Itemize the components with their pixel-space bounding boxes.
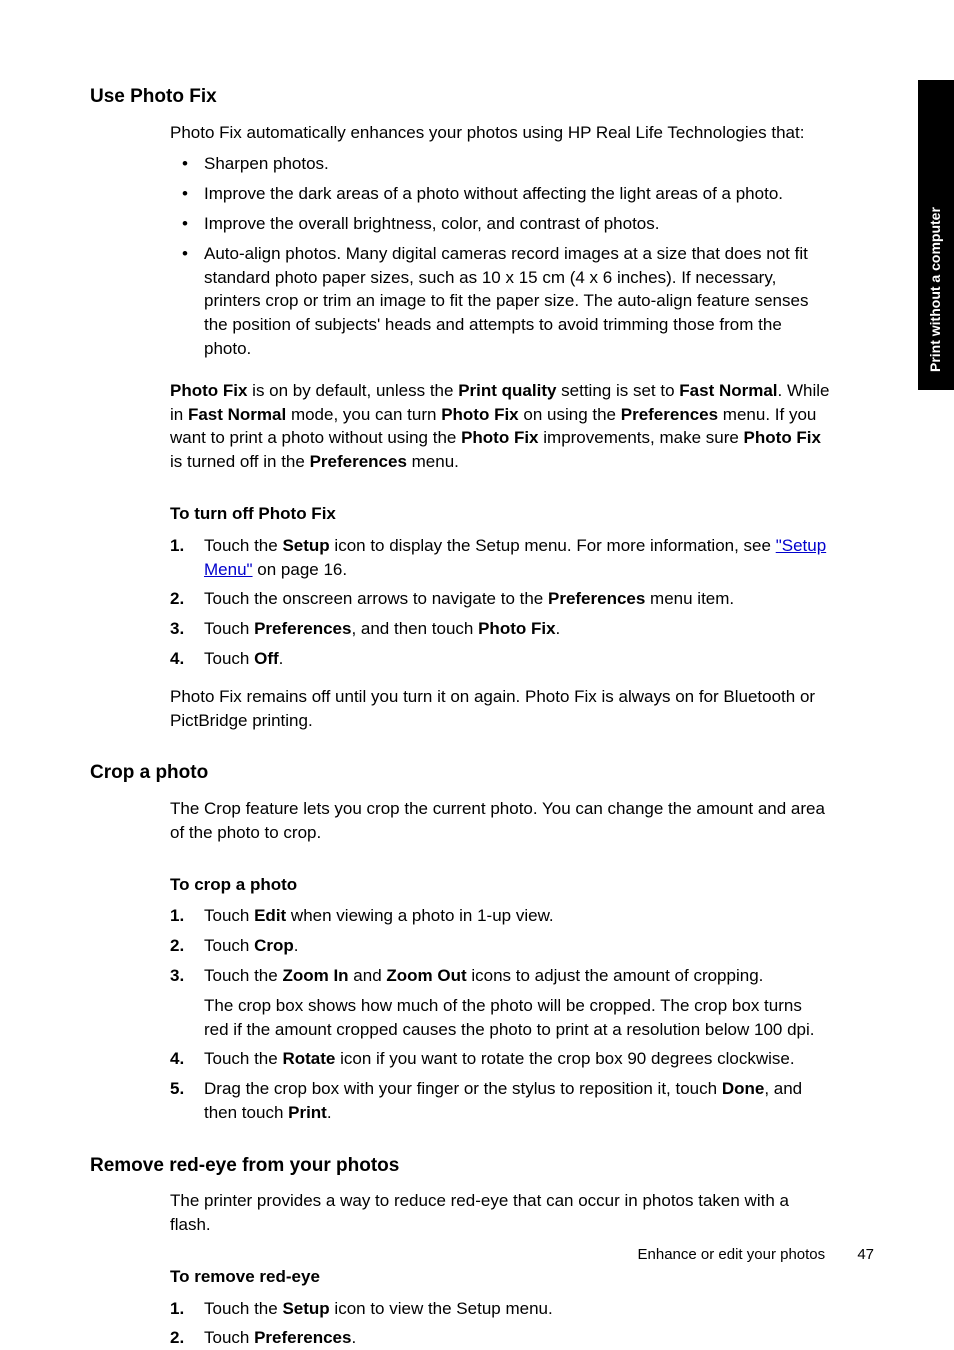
subhead-turn-off-photofix: To turn off Photo Fix [170, 502, 830, 526]
section-crop-photo: Crop a photo The Crop feature lets you c… [90, 760, 830, 1124]
heading-remove-redeye: Remove red-eye from your photos [90, 1153, 830, 1180]
crop-box-note: The crop box shows how much of the photo… [204, 994, 830, 1042]
step-item: Touch Off. [170, 647, 830, 671]
photofix-default-note: Photo Fix is on by default, unless the P… [170, 379, 830, 474]
step-item: Touch Preferences. [170, 1326, 830, 1350]
heading-crop-photo: Crop a photo [90, 760, 830, 787]
crop-intro: The Crop feature lets you crop the curre… [170, 797, 830, 845]
step-item: Touch Crop. [170, 934, 830, 958]
step-item: Touch Edit when viewing a photo in 1-up … [170, 904, 830, 928]
chapter-tab: Print without a computer [918, 80, 954, 390]
page-footer: Enhance or edit your photos 47 [638, 1244, 874, 1265]
step-item: Drag the crop box with your finger or th… [170, 1077, 830, 1125]
list-item: Sharpen photos. [170, 152, 830, 176]
crop-steps: Touch Edit when viewing a photo in 1-up … [170, 904, 830, 1124]
photofix-bullet-list: Sharpen photos. Improve the dark areas o… [170, 152, 830, 360]
section-use-photo-fix: Use Photo Fix Photo Fix automatically en… [90, 84, 830, 732]
list-item: Improve the overall brightness, color, a… [170, 212, 830, 236]
subhead-to-remove-redeye: To remove red-eye [170, 1265, 830, 1289]
footer-page-number: 47 [857, 1246, 874, 1263]
step-item: Touch the Setup icon to view the Setup m… [170, 1297, 830, 1321]
footer-title: Enhance or edit your photos [638, 1246, 826, 1263]
subhead-to-crop: To crop a photo [170, 873, 830, 897]
step-item: Touch the Rotate icon if you want to rot… [170, 1047, 830, 1071]
redeye-intro: The printer provides a way to reduce red… [170, 1189, 830, 1237]
step-item: Touch the Zoom In and Zoom Out icons to … [170, 964, 830, 1041]
list-item: Improve the dark areas of a photo withou… [170, 182, 830, 206]
step-item: Touch the onscreen arrows to navigate to… [170, 587, 830, 611]
photofix-remains-off-note: Photo Fix remains off until you turn it … [170, 685, 830, 733]
page-content: Use Photo Fix Photo Fix automatically en… [0, 0, 890, 1350]
photofix-steps: Touch the Setup icon to display the Setu… [170, 534, 830, 671]
redeye-steps: Touch the Setup icon to view the Setup m… [170, 1297, 830, 1350]
step-item: Touch the Setup icon to display the Setu… [170, 534, 830, 582]
heading-use-photo-fix: Use Photo Fix [90, 84, 830, 111]
step-item: Touch Preferences, and then touch Photo … [170, 617, 830, 641]
list-item: Auto-align photos. Many digital cameras … [170, 242, 830, 361]
photofix-intro: Photo Fix automatically enhances your ph… [170, 121, 830, 145]
